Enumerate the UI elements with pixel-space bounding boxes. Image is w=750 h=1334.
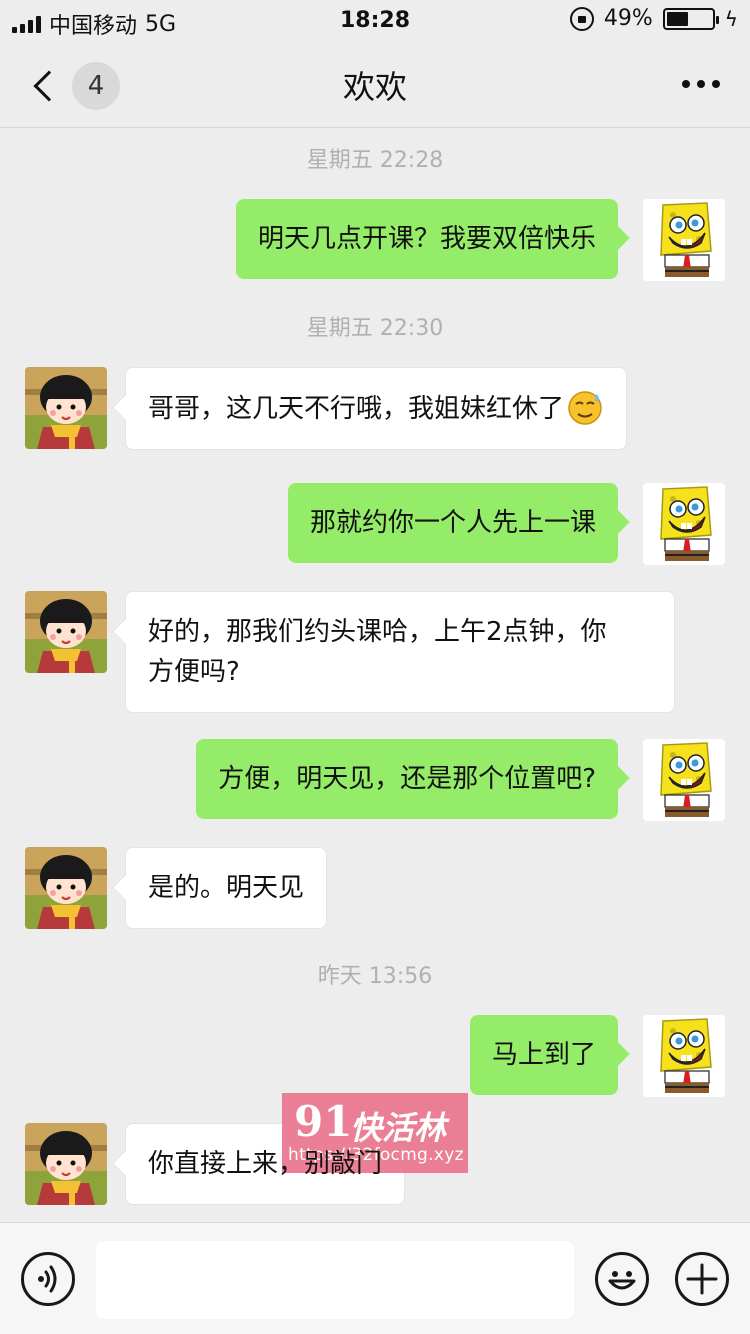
rotation-lock-icon [569, 6, 594, 31]
message-text: 明天几点开课？我要双倍快乐 [257, 224, 596, 254]
dot-icon [712, 80, 720, 88]
dot-icon [682, 80, 690, 88]
message-bubble-incoming[interactable]: 哥哥，这几天不行哦，我姐妹红休了 [125, 367, 628, 450]
battery-fill [666, 11, 689, 26]
message-text: 你直接上来，别敲门 [148, 1149, 383, 1179]
battery-percent: 49% [603, 6, 653, 31]
contact-avatar[interactable] [25, 367, 107, 449]
message-bubble-outgoing[interactable]: 那就约你一个人先上一课 [287, 483, 618, 563]
battery-icon [662, 7, 719, 30]
contact-avatar[interactable] [25, 847, 107, 929]
message-list[interactable]: 星期五 22:28 明天几点开课？我要双倍快乐 星期五 22:30 哥哥，这几天… [0, 130, 750, 1220]
message-text: 哥哥，这几天不行哦，我姐妹红休了 [148, 394, 565, 424]
chat-header: 4 欢欢 [0, 44, 750, 128]
message-text: 马上到了 [491, 1040, 596, 1070]
message-bubble-outgoing[interactable]: 方便，明天见，还是那个位置吧? [196, 739, 618, 819]
message-text: 方便，明天见，还是那个位置吧? [218, 764, 596, 794]
my-avatar[interactable] [643, 739, 725, 821]
emoji-face-icon [608, 1271, 636, 1290]
sweat-smile-emoji-icon [568, 391, 602, 425]
my-avatar[interactable] [643, 1015, 725, 1097]
emoji-button[interactable] [595, 1252, 649, 1306]
charging-icon: ϟ [724, 6, 738, 31]
my-avatar[interactable] [643, 483, 725, 565]
dot-icon [697, 80, 705, 88]
message-bubble-outgoing[interactable]: 明天几点开课？我要双倍快乐 [235, 199, 618, 279]
timestamp-separator: 星期五 22:30 [306, 316, 444, 341]
message-text-line: 好的，那我们约头课哈，上午2点钟，你 [148, 617, 607, 647]
watermark-number: 91 [294, 1097, 353, 1146]
contact-avatar[interactable] [25, 591, 107, 673]
chat-title: 欢欢 [342, 68, 407, 106]
voice-button[interactable] [21, 1252, 75, 1306]
status-right: 49% ϟ [569, 6, 738, 31]
message-bubble-outgoing[interactable]: 马上到了 [469, 1015, 618, 1095]
voice-icon [38, 1265, 57, 1293]
message-text: 那就约你一个人先上一课 [309, 508, 596, 538]
message-text: 是的。明天见 [148, 873, 305, 903]
timestamp-separator: 昨天 13:56 [317, 964, 433, 989]
timestamp-separator: 星期五 22:28 [306, 148, 444, 173]
more-functions-button[interactable] [675, 1252, 729, 1306]
contact-avatar[interactable] [25, 1123, 107, 1205]
plus-icon [686, 1263, 718, 1295]
message-text-line: 方便吗? [148, 657, 240, 687]
watermark-name: 快活林 [350, 1109, 447, 1147]
message-bubble-incoming[interactable]: 好的，那我们约头课哈，上午2点钟，你 方便吗? [125, 591, 675, 713]
input-bar [0, 1222, 750, 1334]
message-input[interactable] [96, 1241, 574, 1319]
more-options-button[interactable] [682, 80, 720, 88]
my-avatar[interactable] [643, 199, 725, 281]
message-bubble-incoming[interactable]: 是的。明天见 [125, 847, 328, 929]
status-bar: 中国移动 5G 18:28 49% ϟ [0, 0, 750, 40]
